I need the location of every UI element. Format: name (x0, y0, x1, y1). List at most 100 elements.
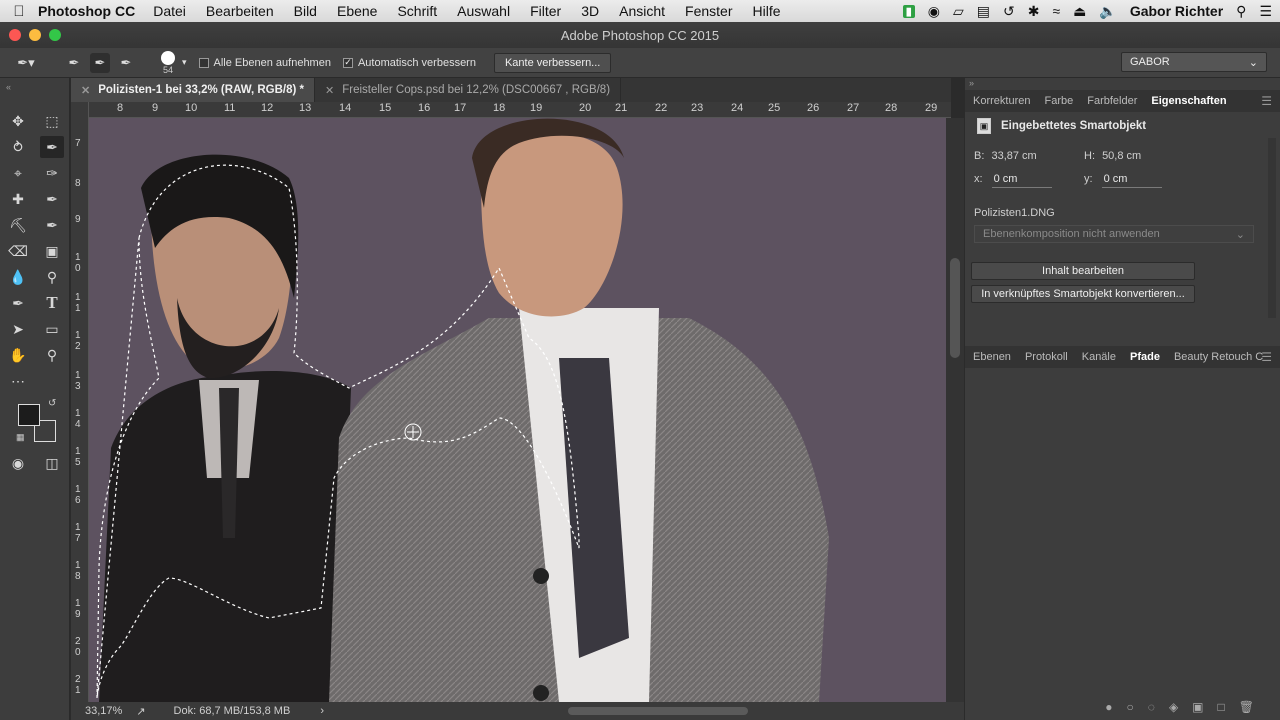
move-tool-icon[interactable]: ✥ (6, 110, 30, 132)
subtract-from-selection-brush-icon[interactable]: ✒ (116, 53, 136, 73)
blur-tool-icon[interactable]: 💧 (6, 266, 30, 288)
hand-tool-icon[interactable]: ✋ (6, 344, 30, 366)
vertical-scrollbar[interactable] (946, 118, 964, 702)
scrollbar-thumb[interactable] (950, 258, 960, 358)
tool-preset-picker-icon[interactable]: ✒▾ (16, 53, 36, 73)
make-work-path-icon[interactable]: ◈ (1169, 700, 1178, 714)
menu-3d[interactable]: 3D (581, 3, 599, 19)
time-machine-icon[interactable]: ↺ (1003, 3, 1015, 20)
layer-comp-select[interactable]: Ebenenkomposition nicht anwenden ⌄ (974, 225, 1254, 243)
stroke-path-icon[interactable]: ○ (1127, 700, 1134, 714)
menu-datei[interactable]: Datei (153, 3, 186, 19)
close-tab-icon[interactable]: ✕ (81, 84, 90, 97)
eject-icon[interactable]: ⏏ (1073, 3, 1086, 20)
add-to-selection-brush-icon[interactable]: ✒ (90, 52, 110, 73)
panel-menu-icon[interactable]: ☰ (1261, 94, 1272, 108)
gradient-tool-icon[interactable]: ▣ (40, 240, 64, 262)
horizontal-scroll-thumb[interactable] (568, 707, 748, 715)
tab-korrekturen[interactable]: Korrekturen (973, 95, 1030, 107)
menu-app-name[interactable]: Photoshop CC (38, 3, 135, 19)
rectangle-tool-icon[interactable]: ▭ (40, 318, 64, 340)
quick-selection-tool-icon[interactable]: ✒ (40, 136, 64, 158)
airplay-icon[interactable]: ▱ (953, 3, 964, 20)
menu-auswahl[interactable]: Auswahl (457, 3, 510, 19)
pen-tool-icon[interactable]: ✒ (6, 292, 30, 314)
tab-eigenschaften[interactable]: Eigenschaften (1151, 95, 1226, 107)
share-icon[interactable]: ↗ (136, 705, 145, 718)
menu-hilfe[interactable]: Hilfe (753, 3, 781, 19)
auto-enhance-checkbox[interactable]: ✓ Automatisch verbessern (342, 57, 476, 69)
new-path-icon[interactable]: □ (1218, 700, 1225, 714)
document-canvas[interactable]: ✿ (89, 118, 946, 702)
tab-protokoll[interactable]: Protokoll (1025, 351, 1068, 363)
workspace-select[interactable]: GABOR ⌄ (1121, 52, 1267, 72)
horizontal-ruler[interactable]: 8 9 10 11 12 13 14 15 16 17 18 19 20 21 … (89, 102, 951, 118)
menu-bild[interactable]: Bild (294, 3, 317, 19)
battery-icon[interactable]: ▤ (977, 3, 990, 20)
bluetooth-icon[interactable]: ✱ (1028, 3, 1040, 20)
menu-filter[interactable]: Filter (530, 3, 561, 19)
eraser-tool-icon[interactable]: ⌫ (6, 240, 30, 262)
tab-pfade[interactable]: Pfade (1130, 351, 1160, 363)
y-input[interactable]: 0 cm (1101, 173, 1162, 188)
add-mask-icon[interactable]: ▣ (1192, 700, 1203, 714)
brush-dropdown-chevron-icon[interactable]: ▾ (182, 57, 187, 68)
menu-fenster[interactable]: Fenster (685, 3, 732, 19)
spotlight-search-icon[interactable]: ⚲ (1236, 3, 1246, 20)
lasso-tool-icon[interactable]: ⥁ (6, 136, 30, 158)
zoom-tool-icon[interactable]: ⚲ (40, 344, 64, 366)
healing-brush-tool-icon[interactable]: ✚ (6, 188, 30, 210)
refine-edge-button[interactable]: Kante verbessern... (493, 52, 612, 73)
dodge-tool-icon[interactable]: ⚲ (40, 266, 64, 288)
delete-path-icon[interactable]: 🗑 (1239, 700, 1254, 714)
chevron-right-icon[interactable]: › (320, 705, 324, 717)
document-size[interactable]: Dok: 68,7 MB/153,8 MB (174, 705, 291, 717)
foreground-color-swatch[interactable] (18, 404, 40, 426)
clone-stamp-tool-icon[interactable]: ⛏ (6, 214, 30, 236)
auto-enhance-box[interactable]: ✓ (342, 57, 353, 68)
swap-colors-icon[interactable]: ↺ (48, 398, 56, 409)
tab-freisteller[interactable]: ✕ Freisteller Cops.psd bei 12,2% (DSC006… (315, 78, 622, 102)
wifi-icon[interactable]: ≈ (1052, 3, 1060, 19)
type-tool-icon[interactable]: T (40, 292, 64, 314)
maximize-window-button[interactable] (49, 29, 61, 41)
screen-mode-icon[interactable]: ◫ (40, 452, 64, 474)
path-selection-tool-icon[interactable]: ➤ (6, 318, 30, 340)
brush-tool-icon[interactable]: ✒ (40, 188, 64, 210)
tab-ebenen[interactable]: Ebenen (973, 351, 1011, 363)
crop-tool-icon[interactable]: ⌖ (6, 162, 30, 184)
user-name[interactable]: Gabor Richter (1130, 3, 1223, 19)
tab-farbfelder[interactable]: Farbfelder (1087, 95, 1137, 107)
fill-path-icon[interactable]: ● (1105, 700, 1112, 714)
menu-schrift[interactable]: Schrift (397, 3, 437, 19)
menu-ebene[interactable]: Ebene (337, 3, 377, 19)
close-tab-icon[interactable]: ✕ (325, 84, 334, 97)
creative-cloud-icon[interactable]: ◉ (928, 3, 940, 20)
load-selection-icon[interactable]: ◌ (1148, 700, 1155, 714)
expand-panels-icon[interactable]: » (969, 78, 974, 88)
quick-mask-icon[interactable]: ◉ (6, 452, 30, 474)
brush-size-picker[interactable]: 54 (156, 50, 180, 75)
eyedropper-tool-icon[interactable]: ✑ (40, 162, 64, 184)
tab-beauty-retouch[interactable]: Beauty Retouch C (1174, 351, 1263, 363)
app-status-icon[interactable]: ▮ (902, 4, 915, 18)
apple-icon[interactable]:  (0, 3, 38, 20)
marquee-tool-icon[interactable]: ⬚ (40, 110, 64, 132)
tab-polizisten[interactable]: ✕ Polizisten-1 bei 33,2% (RAW, RGB/8) * (71, 78, 315, 102)
volume-icon[interactable]: 🔈 (1099, 3, 1116, 20)
properties-scrollbar[interactable] (1268, 138, 1276, 318)
tab-farbe[interactable]: Farbe (1044, 95, 1073, 107)
close-window-button[interactable] (9, 29, 21, 41)
sample-all-layers-checkbox[interactable]: Alle Ebenen aufnehmen (198, 57, 331, 69)
menu-ansicht[interactable]: Ansicht (619, 3, 665, 19)
zoom-level[interactable]: 33,17% (85, 705, 122, 717)
x-input[interactable]: 0 cm (991, 173, 1052, 188)
notification-center-icon[interactable]: ☰ (1259, 3, 1272, 20)
default-colors-icon[interactable]: ▦ (16, 432, 25, 443)
vertical-ruler[interactable]: 7 8 9 1 0 1 1 1 2 1 3 1 4 1 5 1 6 1 7 1 … (71, 102, 89, 702)
minimize-window-button[interactable] (29, 29, 41, 41)
edit-contents-button[interactable]: Inhalt bearbeiten (971, 262, 1195, 280)
menu-bearbeiten[interactable]: Bearbeiten (206, 3, 274, 19)
new-selection-brush-icon[interactable]: ✒ (64, 53, 84, 73)
convert-to-linked-button[interactable]: In verknüpftes Smartobjekt konvertieren.… (971, 285, 1195, 303)
